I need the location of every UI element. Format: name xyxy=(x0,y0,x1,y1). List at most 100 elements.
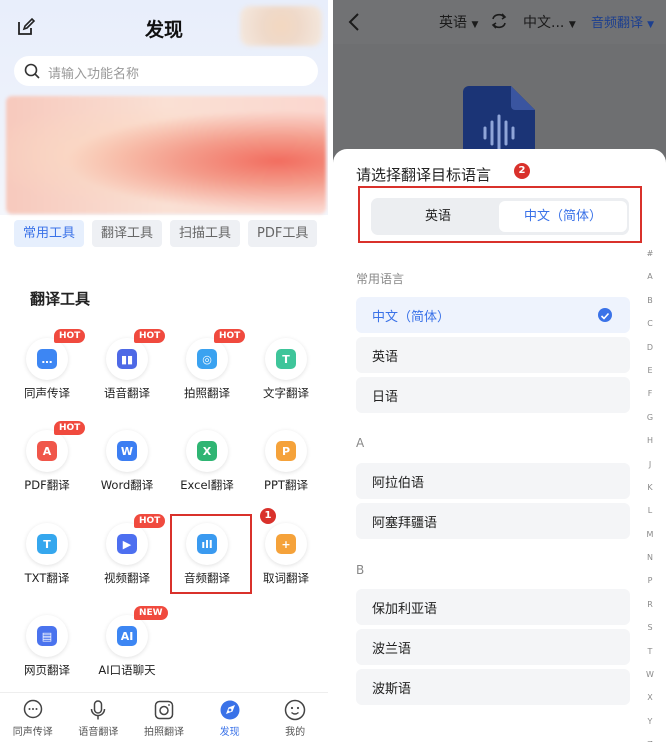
language-option-polish[interactable]: 波兰语 xyxy=(356,629,630,665)
discover-icon xyxy=(220,700,240,720)
language-option-english[interactable]: 英语 xyxy=(356,337,630,373)
tool-ai-oral-chat[interactable]: AI NEW AI口语聊天 xyxy=(85,606,169,686)
tool-label: AI口语聊天 xyxy=(98,663,156,677)
language-option-chinese-simplified[interactable]: 中文（简体） xyxy=(356,297,630,333)
tool-txt-translate[interactable]: T TXT翻译 xyxy=(5,514,89,594)
ai-oral-chat-icon: AI xyxy=(117,626,137,646)
tool-voice-translate[interactable]: ▮▮ HOT 语音翻译 xyxy=(85,329,169,409)
index-letter[interactable]: A xyxy=(644,272,656,295)
index-letter[interactable]: G xyxy=(644,413,656,436)
segment-chinese-simplified[interactable]: 中文（简体） xyxy=(499,201,627,232)
search-placeholder: 请输入功能名称 xyxy=(48,67,140,82)
step-1-marker: 1 xyxy=(260,508,276,524)
index-letter[interactable]: W xyxy=(644,670,656,693)
language-option-azerbaijani[interactable]: 阿塞拜疆语 xyxy=(356,503,630,539)
target-language-label: 中文... xyxy=(523,15,565,31)
tool-photo-translate[interactable]: ◎ HOT 拍照翻译 xyxy=(165,329,249,409)
checkmark-icon xyxy=(598,308,612,322)
avatar[interactable] xyxy=(240,6,322,46)
tool-text-translate[interactable]: T 文字翻译 xyxy=(244,329,328,409)
promo-banner[interactable] xyxy=(6,96,326,214)
tool-label: 语音翻译 xyxy=(104,386,150,400)
index-letter[interactable]: R xyxy=(644,600,656,623)
tool-icon-circle: + xyxy=(265,523,307,565)
tab-common-tools[interactable]: 常用工具 xyxy=(14,220,85,247)
tool-excel-translate[interactable]: X Excel翻译 xyxy=(165,421,249,501)
nav-label: 拍照翻译 xyxy=(143,727,184,738)
index-letter[interactable]: C xyxy=(644,319,656,342)
tool-icon-circle: AI xyxy=(106,615,148,657)
index-letter[interactable]: P xyxy=(644,576,656,599)
language-option-label: 波斯语 xyxy=(372,682,412,697)
pdf-translate-icon: A xyxy=(37,441,57,461)
language-option-bulgarian[interactable]: 保加利亚语 xyxy=(356,589,630,625)
tool-ppt-translate[interactable]: P PPT翻译 xyxy=(244,421,328,501)
profile-icon xyxy=(284,699,306,721)
tool-label: PDF翻译 xyxy=(24,478,70,492)
index-letter[interactable]: M xyxy=(644,530,656,553)
nav-label: 我的 xyxy=(285,727,306,738)
index-letter[interactable]: B xyxy=(644,296,656,319)
tab-pdf-tools[interactable]: PDF工具 xyxy=(248,220,318,247)
search-input[interactable]: 请输入功能名称 xyxy=(14,56,318,86)
hot-badge: HOT xyxy=(214,329,246,343)
nav-simultaneous[interactable]: 同声传译 xyxy=(0,693,66,742)
word-capture-translate-icon: + xyxy=(276,534,296,554)
ppt-translate-icon: P xyxy=(276,441,296,461)
index-letter[interactable]: # xyxy=(644,249,656,272)
tool-label: 取词翻译 xyxy=(263,571,309,585)
tool-webpage-translate[interactable]: ▤ 网页翻译 xyxy=(5,606,89,686)
alphabet-index-bar[interactable]: #ABCDEFGHJKLMNPRSTWXYZ xyxy=(644,249,656,742)
translation-mode-select[interactable]: 音频翻译 ▼ xyxy=(591,12,654,31)
bottom-nav: 同声传译 语音翻译 拍照翻译 发现 我的 xyxy=(0,692,328,742)
tool-word-capture-translate[interactable]: + 取词翻译 xyxy=(244,514,328,594)
mode-label: 音频翻译 xyxy=(591,16,644,31)
index-letter[interactable]: K xyxy=(644,483,656,506)
source-language-select[interactable]: 英语 ▼ xyxy=(439,12,478,32)
tool-category-tabs: 常用工具 翻译工具 扫描工具 PDF工具 xyxy=(14,220,328,248)
nav-discover[interactable]: 发现 xyxy=(197,693,263,742)
language-option-label: 波兰语 xyxy=(372,642,412,657)
target-language-select[interactable]: 中文... ▼ xyxy=(523,12,576,32)
index-letter[interactable]: N xyxy=(644,553,656,576)
tool-pdf-translate[interactable]: A HOT PDF翻译 xyxy=(5,421,89,501)
nav-label: 同声传译 xyxy=(12,727,53,738)
index-letter[interactable]: D xyxy=(644,343,656,366)
language-option-arabic[interactable]: 阿拉伯语 xyxy=(356,463,630,499)
index-letter[interactable]: L xyxy=(644,506,656,529)
hot-badge: HOT xyxy=(134,514,166,528)
tool-video-translate[interactable]: ▶ HOT 视频翻译 xyxy=(85,514,169,594)
tool-icon-circle: P xyxy=(265,430,307,472)
language-option-label: 英语 xyxy=(372,350,399,365)
language-option-japanese[interactable]: 日语 xyxy=(356,377,630,413)
nav-profile[interactable]: 我的 xyxy=(262,693,328,742)
swap-languages-icon[interactable] xyxy=(489,12,509,30)
nav-label: 发现 xyxy=(219,727,240,738)
back-arrow-icon[interactable] xyxy=(347,12,361,32)
index-letter[interactable]: F xyxy=(644,389,656,412)
tab-translate-tools[interactable]: 翻译工具 xyxy=(92,220,163,247)
nav-voice[interactable]: 语音翻译 xyxy=(66,693,132,742)
index-letter[interactable]: T xyxy=(644,647,656,670)
nav-photo[interactable]: 拍照翻译 xyxy=(131,693,197,742)
tool-simultaneous-interpretation[interactable]: … HOT 同声传译 xyxy=(5,329,89,409)
tool-label: Word翻译 xyxy=(100,478,154,492)
tab-scan-tools[interactable]: 扫描工具 xyxy=(170,220,241,247)
dropdown-caret-icon: ▼ xyxy=(471,20,479,30)
tool-icon-circle: ▮▮ xyxy=(106,338,148,380)
tool-label: 网页翻译 xyxy=(24,663,70,677)
hot-badge: HOT xyxy=(134,329,166,343)
index-letter[interactable]: H xyxy=(644,436,656,459)
group-label-b: B xyxy=(356,563,365,577)
tool-word-translate[interactable]: W Word翻译 xyxy=(85,421,169,501)
excel-translate-icon: X xyxy=(197,441,217,461)
segment-english[interactable]: 英语 xyxy=(374,201,502,232)
index-letter[interactable]: Y xyxy=(644,717,656,740)
index-letter[interactable]: X xyxy=(644,693,656,716)
source-language-label: 英语 xyxy=(439,15,467,31)
index-letter[interactable]: J xyxy=(644,460,656,483)
index-letter[interactable]: S xyxy=(644,623,656,646)
tool-icon-circle: … xyxy=(26,338,68,380)
language-option-persian[interactable]: 波斯语 xyxy=(356,669,630,705)
index-letter[interactable]: E xyxy=(644,366,656,389)
